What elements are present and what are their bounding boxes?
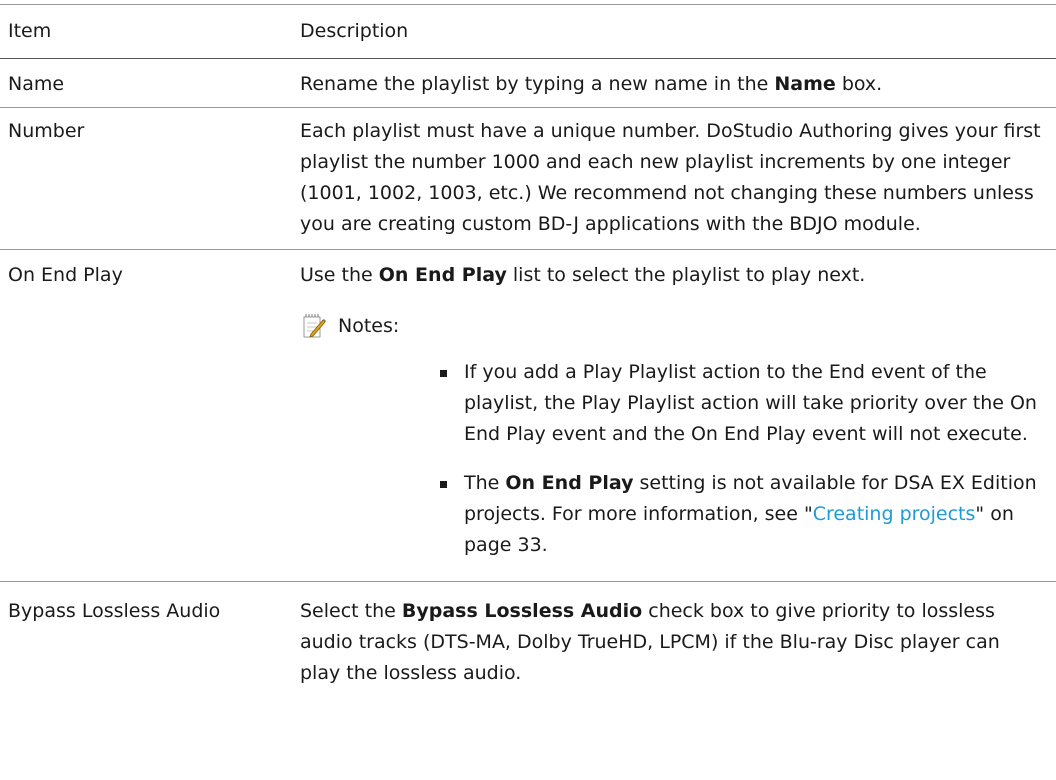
list-item: The On End Play setting is not available… (436, 468, 1042, 561)
header-description: Description (300, 20, 409, 42)
notepad-pencil-icon (303, 314, 326, 338)
notes-heading: Notes: (300, 309, 1042, 343)
creating-projects-link[interactable]: Creating projects (813, 503, 976, 525)
notes-list: If you add a Play Playlist action to the… (300, 357, 1042, 561)
table-row-number: Number Each playlist must have a unique … (0, 108, 1056, 250)
row-bypass-item: Bypass Lossless Audio (8, 600, 221, 622)
row-name-description: Rename the playlist by typing a new name… (300, 69, 1056, 100)
on-end-play-intro: Use the On End Play list to select the p… (300, 260, 1042, 291)
table-row-on-end-play: On End Play Use the On End Play list to … (0, 250, 1056, 582)
row-number-item: Number (8, 120, 85, 142)
header-item: Item (8, 20, 52, 42)
properties-table: Item Description Name Rename the playlis… (0, 0, 1056, 689)
row-on-end-play-item: On End Play (8, 264, 123, 286)
list-item: If you add a Play Playlist action to the… (436, 357, 1042, 450)
table-row-bypass-lossless-audio: Bypass Lossless Audio Select the Bypass … (0, 582, 1056, 689)
square-bullet-icon (440, 481, 447, 488)
desc-text: Select the (300, 600, 402, 622)
ui-term: Name (774, 73, 836, 95)
desc-text: list to select the playlist to play next… (506, 264, 866, 286)
square-bullet-icon (440, 370, 447, 377)
desc-text: box. (835, 73, 883, 95)
ui-term: Bypass Lossless Audio (401, 600, 643, 622)
note-text: The (464, 472, 506, 494)
desc-text: Use the (300, 264, 379, 286)
row-on-end-play-description: Use the On End Play list to select the p… (300, 260, 1056, 561)
ui-term: On End Play (505, 472, 634, 494)
note-text: If you add a Play Playlist action to the… (464, 361, 1037, 445)
row-number-description: Each playlist must have a unique number.… (300, 120, 1041, 235)
desc-text: Rename the playlist by typing a new name… (300, 73, 775, 95)
table-row-name: Name Rename the playlist by typing a new… (0, 59, 1056, 108)
ui-term: On End Play (378, 264, 507, 286)
table-header-row: Item Description (0, 4, 1056, 59)
row-name-item: Name (8, 73, 65, 95)
notes-label: Notes: (338, 314, 400, 337)
row-bypass-description: Select the Bypass Lossless Audio check b… (300, 596, 1056, 689)
